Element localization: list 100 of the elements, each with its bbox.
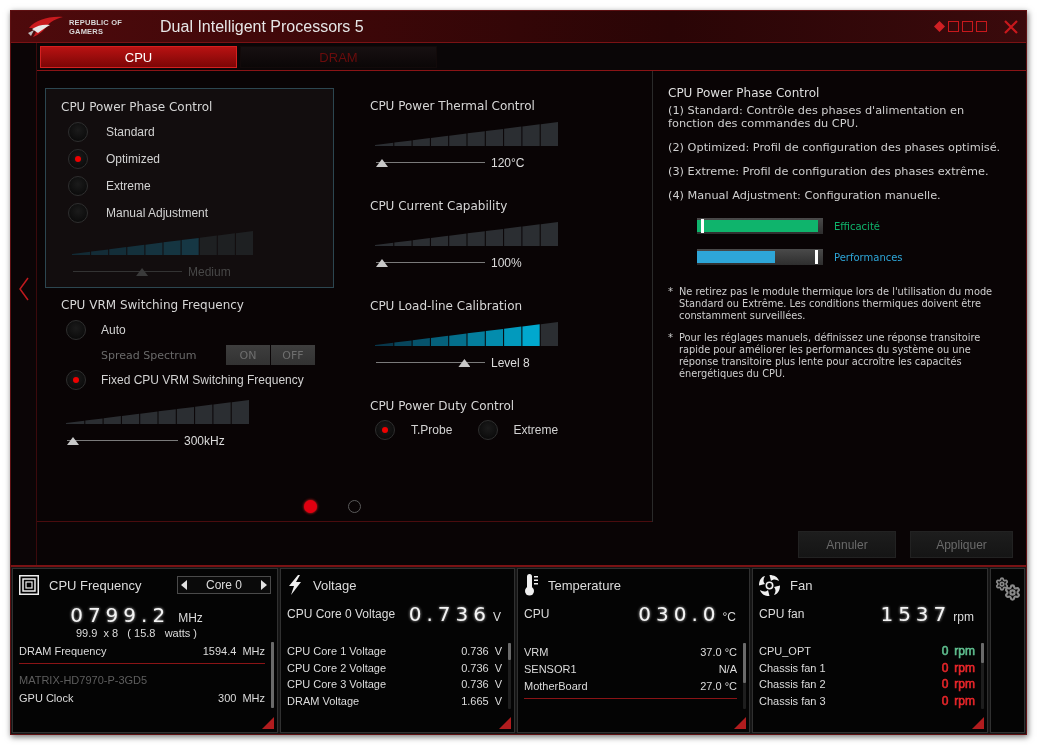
section-title: CPU Current Capability <box>370 198 509 214</box>
sensor-label: Chassis fan 3 <box>759 694 826 707</box>
note-bullet: * <box>668 286 674 299</box>
slider-thumb[interactable] <box>376 159 388 167</box>
sensor-label: CPU Core 1 Voltage <box>287 645 387 658</box>
slider-value: 120°C <box>491 156 525 170</box>
lightning-icon <box>287 575 303 595</box>
radio-button[interactable] <box>477 420 498 440</box>
help-title: CPU Power Phase Control <box>668 85 821 101</box>
panel-title: Fan <box>790 577 813 593</box>
sensor-label: SENSOR1 <box>524 662 577 675</box>
multiplier-text: 99.9 x 8 ( 15.8 watts ) <box>75 627 198 640</box>
slider-thumb[interactable] <box>376 259 388 267</box>
slider-value: 100% <box>491 256 522 270</box>
unit-label: MHz <box>178 611 203 625</box>
sensor-value: 0.736 V <box>461 645 502 658</box>
resize-corner-icon[interactable] <box>734 717 746 729</box>
meter-marker <box>701 219 704 233</box>
chevron-left-icon[interactable] <box>18 277 29 301</box>
setting-label: Spread Spectrum <box>101 348 198 362</box>
panel-title: CPU Frequency <box>49 577 142 593</box>
reading-label: CPU Core 0 Voltage <box>287 607 396 621</box>
meter-label: Performances <box>834 251 903 263</box>
note-text: Ne retirez pas le module thermique lors de l'utilisation du mode Standard ou Extrême. Les conditions thermiques doivent être constamment surveillées. <box>679 286 994 322</box>
square-outline-icon[interactable] <box>962 21 973 32</box>
section-title: CPU Power Phase Control <box>61 99 214 115</box>
sensor-label: CPU Core 2 Voltage <box>287 661 387 674</box>
radio-button[interactable] <box>68 176 88 196</box>
radio-button[interactable] <box>66 320 86 340</box>
slider-thumb[interactable] <box>458 359 471 367</box>
tab[interactable]: CPU <box>40 46 237 68</box>
radio-button[interactable] <box>68 203 88 223</box>
sensor-label: VRM <box>524 645 549 658</box>
note-text: Pour les réglages manuels, définissez une réponse transitoire rapide pour améliorer les performances du système ou une réponse transitoire plus lente pour accroître les capacités énergétiques du CPU. <box>679 332 982 380</box>
sensor-value: 0 rpm <box>941 660 975 675</box>
resize-corner-icon[interactable] <box>499 717 511 729</box>
unit-label: °C <box>722 610 736 624</box>
meter-label: Efficacité <box>834 220 880 232</box>
radio-button[interactable] <box>68 122 88 142</box>
square-outline-icon[interactable] <box>976 21 987 32</box>
note-bullet: * <box>668 332 674 345</box>
reading-label: CPU <box>524 607 550 621</box>
sensor-value: 0.736 V <box>461 661 502 674</box>
unit-label: rpm <box>953 610 974 624</box>
radio-button[interactable] <box>66 370 86 390</box>
panel-title: Voltage <box>313 577 357 593</box>
sensor-value: 300 MHz <box>218 691 265 704</box>
core-selector[interactable]: Core 0 <box>177 576 271 594</box>
reading-value: 0799.2 <box>70 603 171 627</box>
device-name: MATRIX-HD7970-P-3GD5 <box>19 673 149 688</box>
option-label: Fixed CPU VRM Switching Frequency <box>101 373 304 387</box>
gears-icon[interactable] <box>994 577 1021 601</box>
help-text: (4) Manual Adjustment: Configuration manuelle. <box>668 189 942 202</box>
section-title: CPU Power Duty Control <box>370 398 516 414</box>
square-outline-icon[interactable] <box>948 21 959 32</box>
radio-button[interactable] <box>375 420 395 440</box>
option-label: Extreme <box>106 179 151 193</box>
sensor-label: Chassis fan 2 <box>759 678 826 691</box>
slider-value: 300kHz <box>184 434 225 448</box>
caret-right-icon[interactable] <box>261 580 267 590</box>
option-label: Extreme <box>513 423 559 437</box>
close-icon[interactable] <box>1004 19 1018 34</box>
window-title: Dual Intelligent Processors 5 <box>160 17 364 36</box>
reading-value: 030.0 <box>638 602 721 626</box>
unit-label: V <box>493 610 501 624</box>
sensor-label: CPU_OPT <box>759 645 811 658</box>
sensor-value: 0 rpm <box>941 644 975 659</box>
section-title: CPU VRM Switching Frequency <box>61 297 245 313</box>
slider-value: Medium <box>188 265 231 279</box>
sensor-label: CPU Core 3 Voltage <box>287 678 387 691</box>
sensor-value: 1594.4 MHz <box>202 644 265 657</box>
resize-corner-icon[interactable] <box>262 717 274 729</box>
option-label: Standard <box>106 125 155 139</box>
reading-value: 0.736 <box>408 602 491 626</box>
caret-left-icon[interactable] <box>181 580 187 590</box>
panel-title: Temperature <box>548 577 621 593</box>
sensor-value: 1.665 V <box>461 694 502 707</box>
fan-icon <box>759 574 780 596</box>
help-text: (1) Standard: Contrôle des phases d'alimentation en fonction des commandes du CPU. <box>668 104 966 130</box>
resize-corner-icon[interactable] <box>972 717 984 729</box>
thermometer-icon <box>524 574 538 596</box>
radio-button[interactable] <box>68 149 88 169</box>
scrollbar[interactable] <box>981 643 984 709</box>
nested-squares-icon <box>19 575 39 595</box>
option-label: T.Probe <box>411 423 453 437</box>
diamond-icon[interactable] <box>934 21 945 32</box>
logo-icon <box>28 15 64 38</box>
help-text: (2) Optimized: Profil de configuration des phases optimisé. <box>668 141 1002 154</box>
section-title: CPU Load-line Calibration <box>370 298 524 314</box>
scrollbar[interactable] <box>743 643 746 709</box>
page-dot[interactable] <box>303 500 317 513</box>
meter-marker <box>815 250 818 264</box>
sensor-value: 0.736 V <box>461 678 502 691</box>
sensor-label: GPU Clock <box>19 691 74 704</box>
sensor-value: 37.0 °C <box>700 645 737 658</box>
sensor-label: DRAM Voltage <box>287 694 360 707</box>
reading-value: 1537 <box>880 602 952 626</box>
scrollbar[interactable] <box>271 642 274 708</box>
help-text: (3) Extreme: Profil de configuration des phases extrême. <box>668 165 990 178</box>
slider-thumb[interactable] <box>67 437 79 445</box>
